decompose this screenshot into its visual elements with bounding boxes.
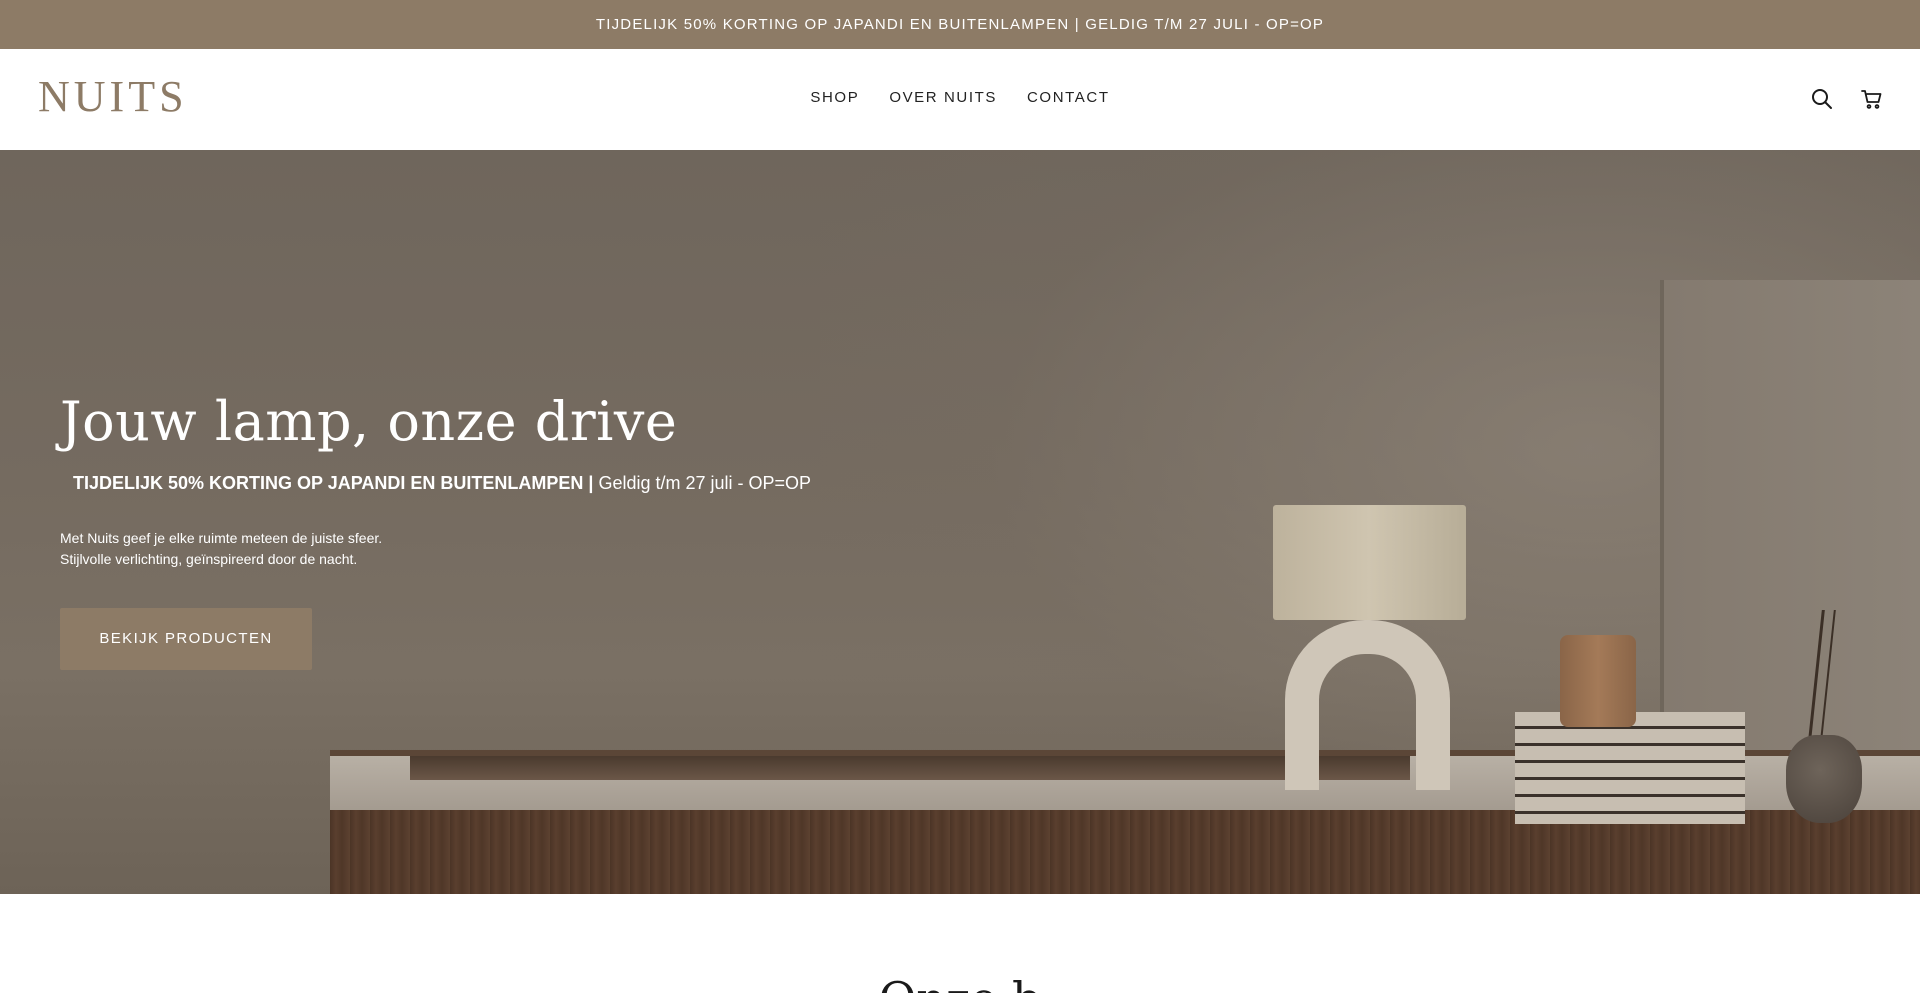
hero-book-stack: [1515, 712, 1745, 824]
hero-vase: [1786, 735, 1862, 823]
hero-lamp-base: [1285, 620, 1450, 790]
announcement-bar: TIJDELIJK 50% KORTING OP JAPANDI EN BUIT…: [0, 0, 1920, 49]
hero-content: Jouw lamp, onze drive TIJDELIJK 50% KORT…: [60, 390, 860, 670]
main-nav: SHOP OVER NUITS CONTACT: [0, 89, 1920, 106]
nav-item-over-nuits[interactable]: OVER NUITS: [889, 89, 997, 106]
hero-banner: Jouw lamp, onze drive TIJDELIJK 50% KORT…: [0, 150, 1920, 894]
header-icons: [1810, 87, 1884, 111]
hero-description: Met Nuits geef je elke ruimte meteen de …: [60, 528, 860, 570]
hero-leaning-board: [1660, 280, 1920, 760]
hero-promo-bold: TIJDELIJK 50% KORTING OP JAPANDI EN BUIT…: [73, 472, 594, 493]
nav-item-contact[interactable]: CONTACT: [1027, 89, 1110, 106]
site-header: NUITS SHOP OVER NUITS CONTACT: [0, 49, 1920, 150]
hero-promo: TIJDELIJK 50% KORTING OP JAPANDI EN BUIT…: [73, 473, 860, 494]
view-products-button[interactable]: BEKIJK PRODUCTEN: [60, 607, 312, 670]
hero-sideboard-tray: [410, 756, 1410, 780]
hero-description-line2: Stijlvolle verlichting, geïnspireerd doo…: [60, 550, 358, 567]
hero-promo-regular: Geldig t/m 27 juli - OP=OP: [598, 472, 812, 493]
search-icon[interactable]: [1810, 87, 1834, 111]
hero-candle-jar: [1560, 635, 1636, 727]
hero-lamp-shade: [1273, 505, 1466, 620]
next-section: Onze b: [0, 894, 1920, 993]
section-heading: Onze b: [0, 972, 1920, 993]
hero-description-line1: Met Nuits geef je elke ruimte meteen de …: [60, 529, 383, 546]
hero-title: Jouw lamp, onze drive: [60, 390, 678, 453]
announcement-text: TIJDELIJK 50% KORTING OP JAPANDI EN BUIT…: [595, 16, 1325, 33]
nav-item-shop[interactable]: SHOP: [810, 89, 859, 106]
cart-icon[interactable]: [1860, 87, 1884, 111]
